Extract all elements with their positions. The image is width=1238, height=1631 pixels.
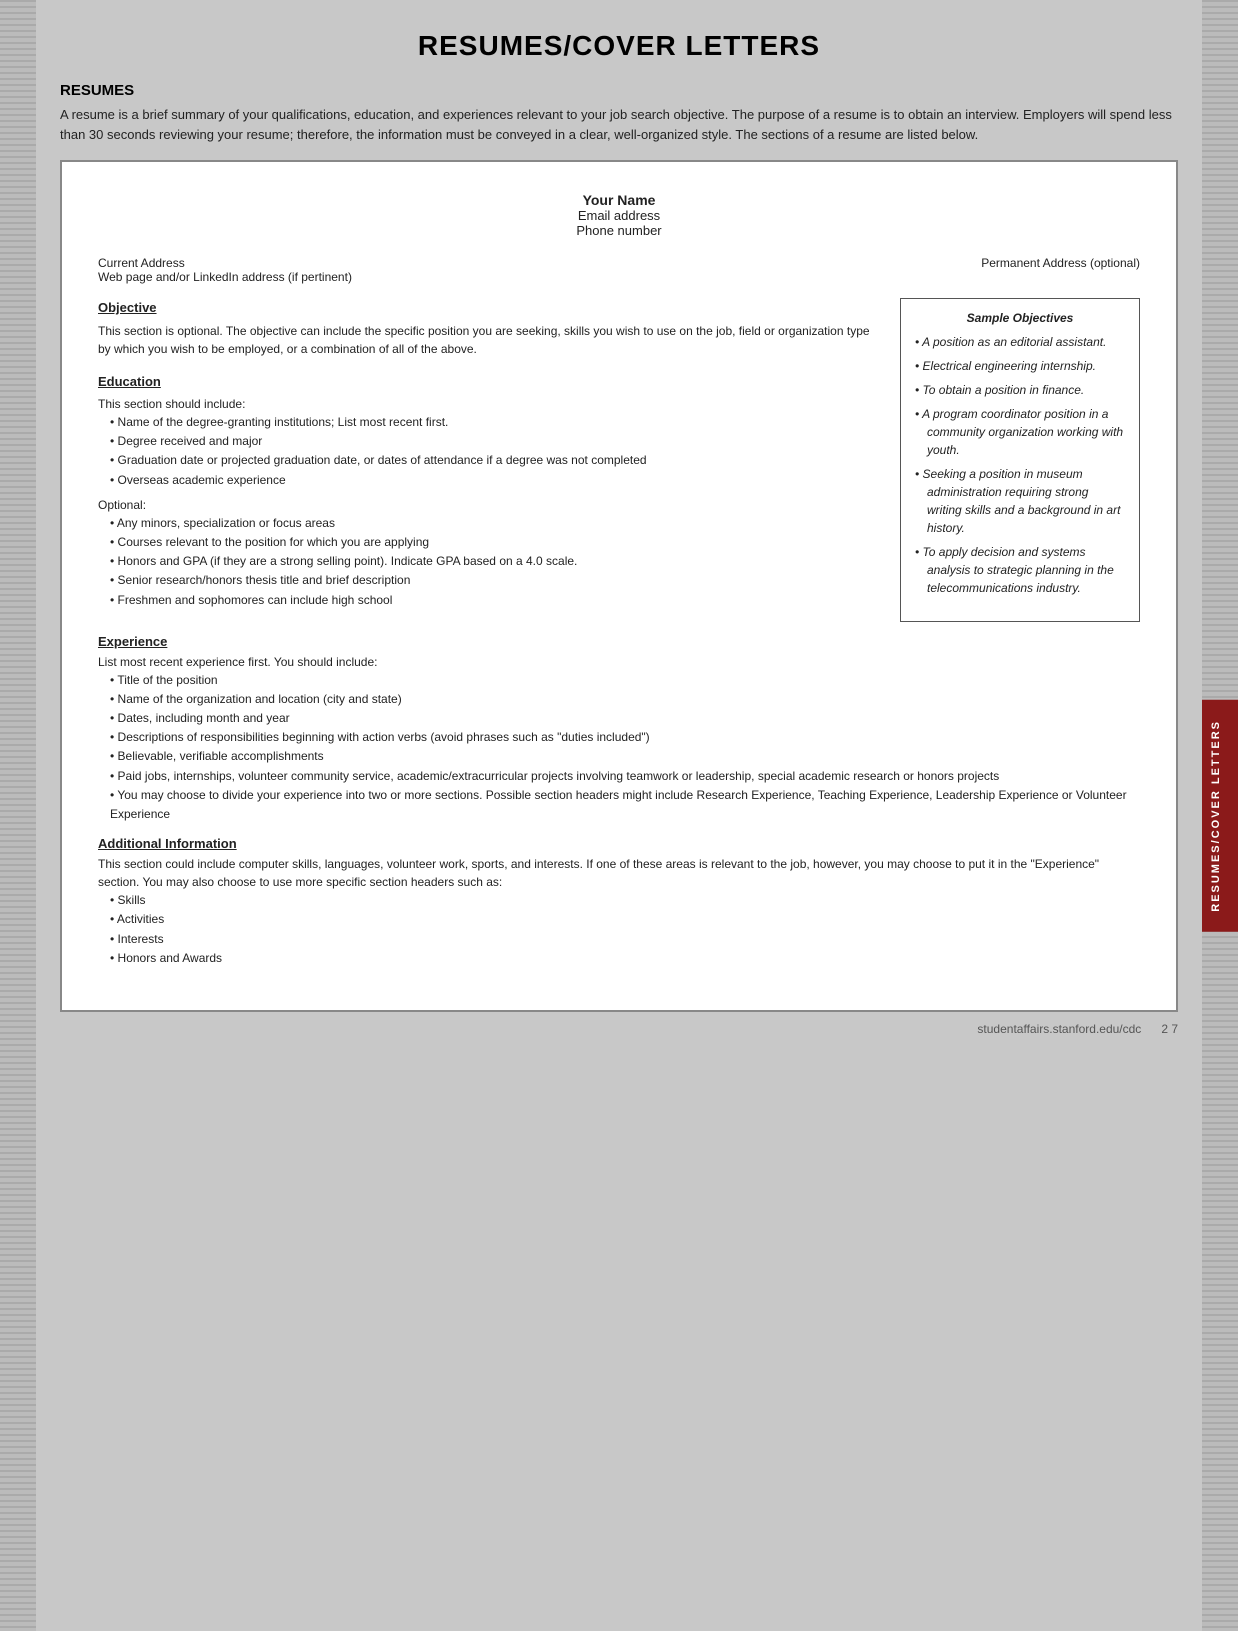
list-item: Descriptions of responsibilities beginni… (110, 728, 1140, 747)
objective-left: Objective This section is optional. The … (98, 298, 884, 622)
list-item: Honors and Awards (110, 949, 1140, 968)
current-address-label: Current Address (98, 256, 352, 270)
list-item: Overseas academic experience (110, 471, 884, 490)
education-section: Education This section should include: N… (98, 372, 884, 610)
side-tab: RESUMES/COVER LETTERS (1202, 700, 1238, 932)
list-item: You may choose to divide your experience… (110, 786, 1140, 824)
list-item: Name of the degree-granting institutions… (110, 413, 884, 432)
list-item: Degree received and major (110, 432, 884, 451)
experience-title: Experience (98, 634, 1140, 649)
resumes-header: RESUMES (60, 82, 1178, 99)
left-edge-decoration (0, 0, 36, 1631)
additional-title: Additional Information (98, 836, 1140, 851)
education-intro: This section should include: (98, 395, 884, 413)
list-item: Graduation date or projected graduation … (110, 451, 884, 470)
list-item: Interests (110, 930, 1140, 949)
optional-label: Optional: (98, 496, 884, 514)
footer-url: studentaffairs.stanford.edu/cdc (977, 1022, 1141, 1036)
experience-section: Experience List most recent experience f… (98, 634, 1140, 825)
list-item: Senior research/honors thesis title and … (110, 571, 884, 590)
right-edge-decoration: RESUMES/COVER LETTERS (1202, 0, 1238, 1631)
additional-intro: This section could include computer skil… (98, 855, 1140, 891)
education-title: Education (98, 372, 884, 392)
list-item: Seeking a position in museum administrat… (915, 465, 1125, 537)
sample-objectives-list: A position as an editorial assistant. El… (915, 333, 1125, 597)
list-item: Dates, including month and year (110, 709, 1140, 728)
list-item: A position as an editorial assistant. (915, 333, 1125, 351)
experience-intro: List most recent experience first. You s… (98, 653, 1140, 671)
list-item: A program coordinator position in a comm… (915, 405, 1125, 459)
list-item: Paid jobs, internships, volunteer commun… (110, 767, 1140, 786)
list-item: To obtain a position in finance. (915, 381, 1125, 399)
web-address: Web page and/or LinkedIn address (if per… (98, 270, 352, 284)
list-item: To apply decision and systems analysis t… (915, 543, 1125, 597)
additional-section: Additional Information This section coul… (98, 836, 1140, 968)
list-item: Skills (110, 891, 1140, 910)
list-item: Electrical engineering internship. (915, 357, 1125, 375)
footer-page: 2 7 (1161, 1022, 1178, 1036)
resume-header: Your Name Email address Phone number (98, 192, 1140, 238)
objective-row: Objective This section is optional. The … (98, 298, 1140, 622)
education-optional-list: Any minors, specialization or focus area… (98, 514, 884, 610)
list-item: Believable, verifiable accomplishments (110, 747, 1140, 766)
sample-objectives-title: Sample Objectives (915, 311, 1125, 325)
list-item: Courses relevant to the position for whi… (110, 533, 884, 552)
list-item: Name of the organization and location (c… (110, 690, 1140, 709)
experience-list: Title of the position Name of the organi… (98, 671, 1140, 825)
resumes-intro: A resume is a brief summary of your qual… (60, 105, 1178, 144)
list-item: Any minors, specialization or focus area… (110, 514, 884, 533)
additional-list: Skills Activities Interests Honors and A… (98, 891, 1140, 968)
list-item: Honors and GPA (if they are a strong sel… (110, 552, 884, 571)
resume-address-left: Current Address Web page and/or LinkedIn… (98, 256, 352, 284)
page-footer: studentaffairs.stanford.edu/cdc 2 7 (60, 1022, 1178, 1036)
resume-document: Your Name Email address Phone number Cur… (60, 160, 1178, 1012)
objective-text: This section is optional. The objective … (98, 322, 884, 358)
permanent-address: Permanent Address (optional) (981, 256, 1140, 284)
resume-address-row: Current Address Web page and/or LinkedIn… (98, 256, 1140, 284)
list-item: Freshmen and sophomores can include high… (110, 591, 884, 610)
list-item: Title of the position (110, 671, 1140, 690)
resume-phone: Phone number (98, 223, 1140, 238)
list-item: Activities (110, 910, 1140, 929)
resume-email: Email address (98, 208, 1140, 223)
page-title: RESUMES/COVER LETTERS (60, 30, 1178, 62)
sample-objectives-box: Sample Objectives A position as an edito… (900, 298, 1140, 622)
resume-name: Your Name (98, 192, 1140, 208)
objective-title: Objective (98, 298, 884, 318)
education-required-list: Name of the degree-granting institutions… (98, 413, 884, 490)
